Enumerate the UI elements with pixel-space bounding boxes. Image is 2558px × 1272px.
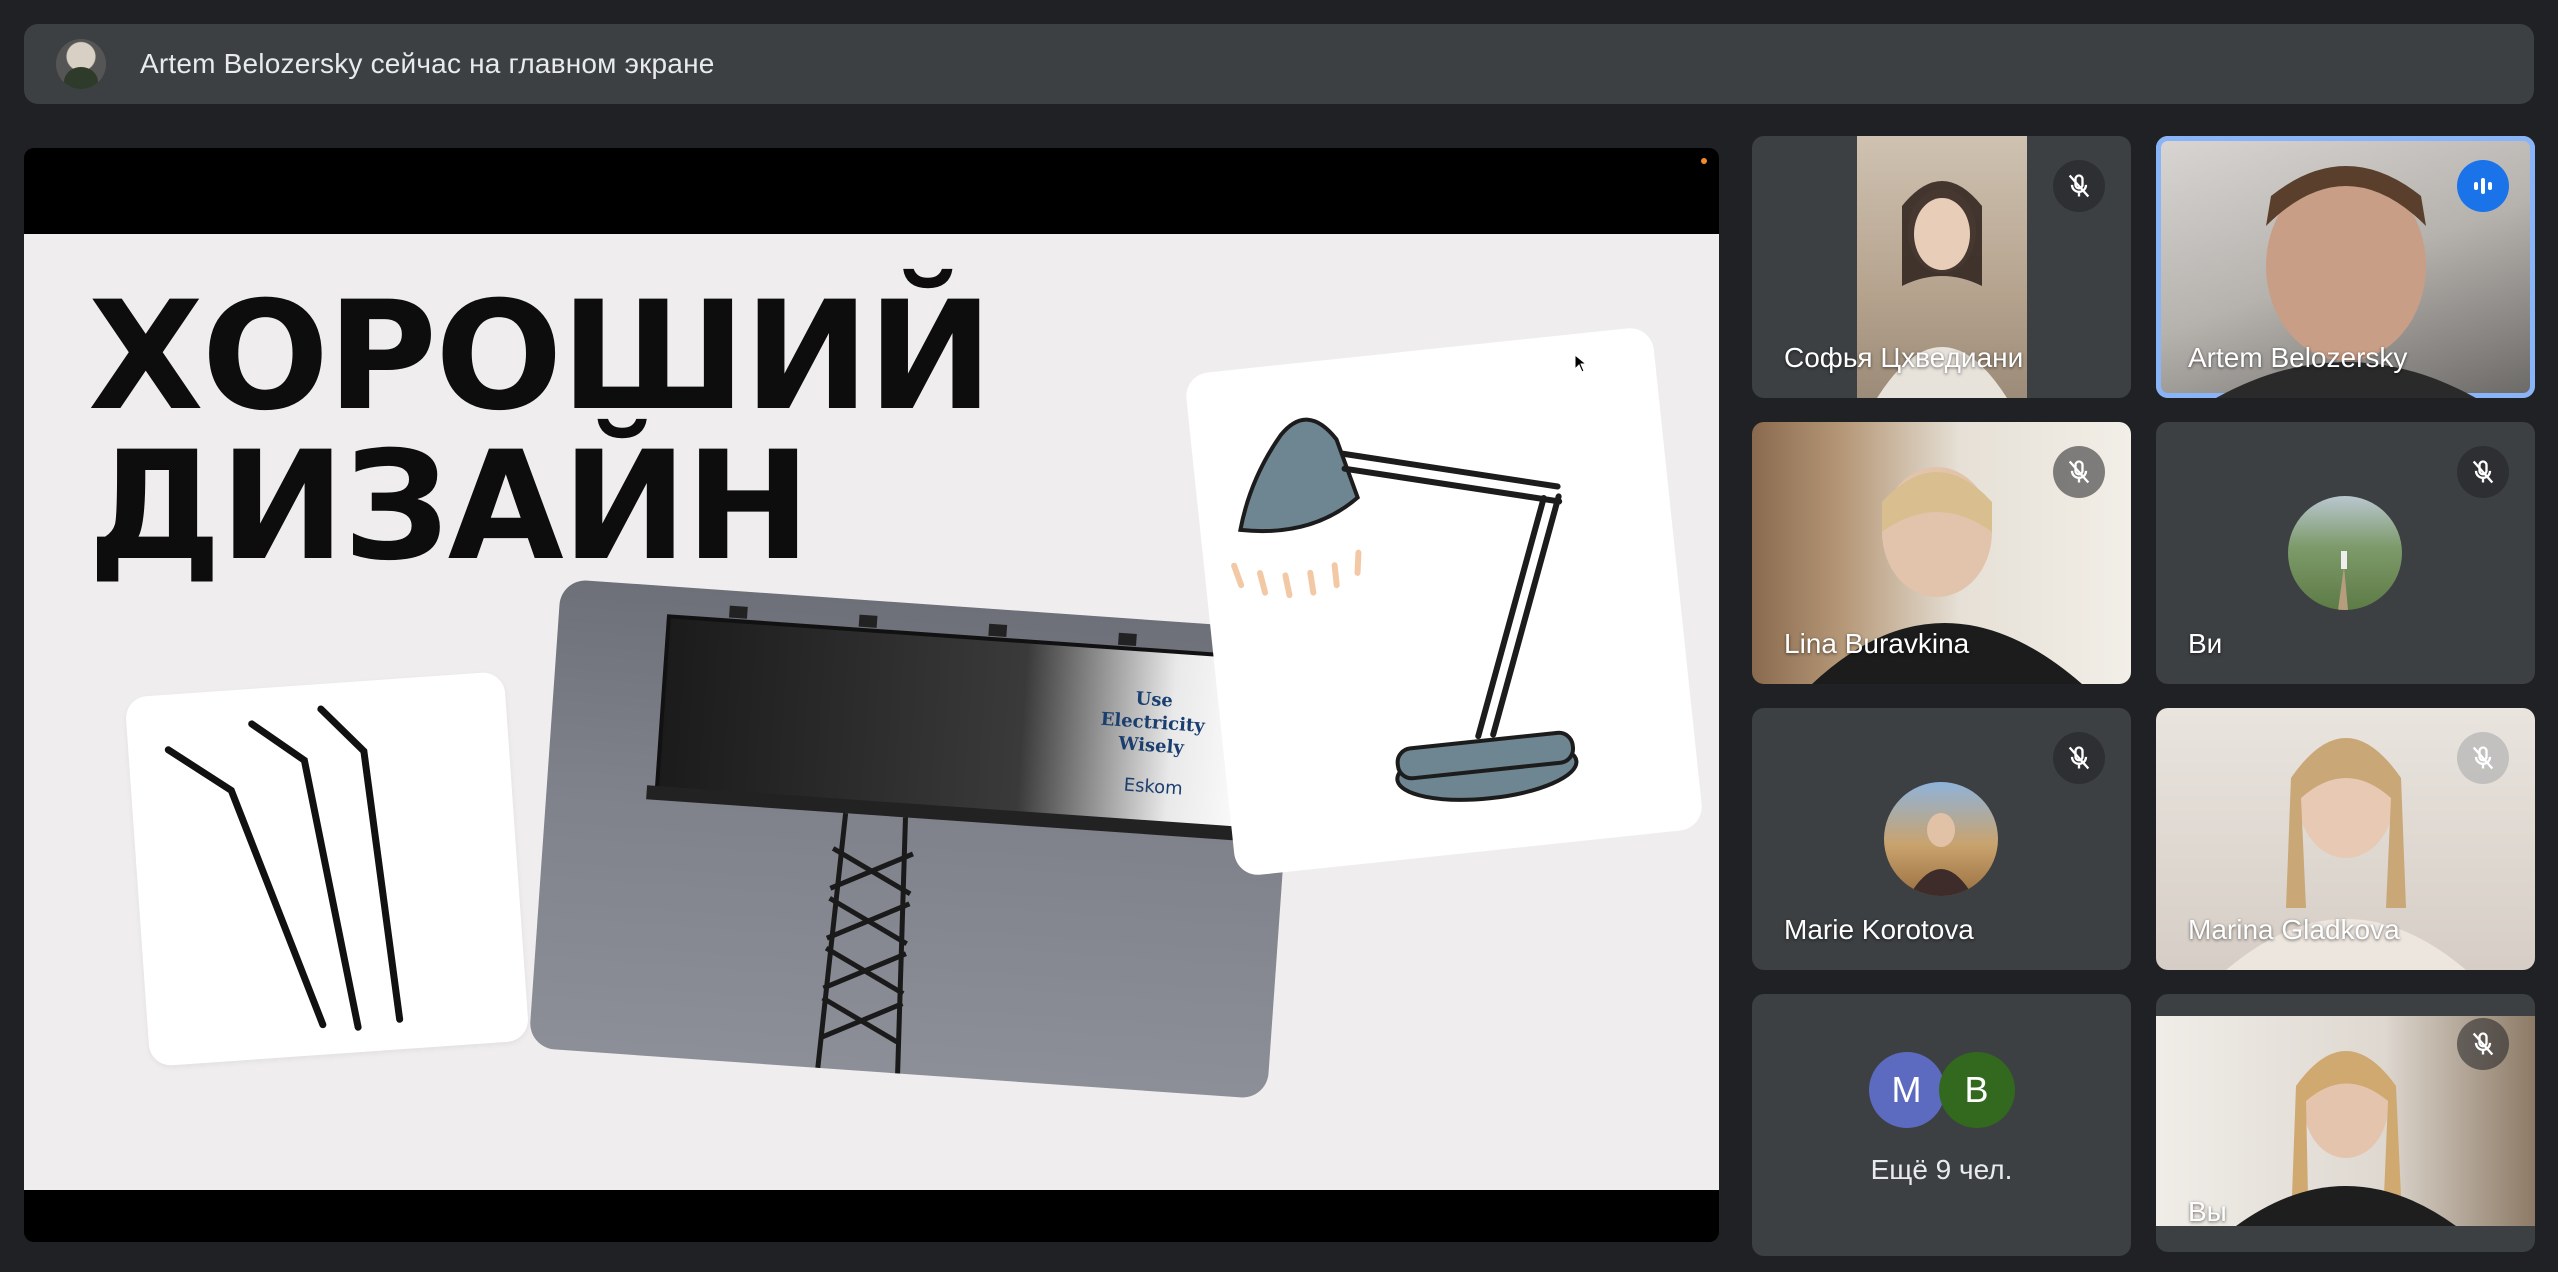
participant-tile-sofia[interactable]: Софья Цхведиани	[1752, 136, 2131, 398]
straws-image	[124, 671, 530, 1067]
lamp-image	[1183, 325, 1705, 878]
participant-avatar-b: B	[1938, 1052, 2015, 1128]
participant-avatar	[1884, 782, 1998, 896]
billboard-illustration: Use Electricity Wisely Eskom	[646, 605, 1270, 1074]
presentation-stage[interactable]: ХОРОШИЙ ДИЗАЙН Use Electricity Wisely Es…	[24, 148, 1719, 1242]
participant-name: Софья Цхведиани	[1784, 342, 2024, 373]
presenting-banner: Artem Belozersky сейчас на главном экран…	[24, 24, 2534, 104]
mouse-cursor-icon	[1574, 354, 1588, 373]
participant-tile-marina[interactable]: Marina Gladkova	[2156, 708, 2535, 970]
mic-off-icon	[2053, 732, 2105, 784]
participant-tile-artem[interactable]: Artem Belozersky	[2156, 136, 2535, 398]
participant-name: Artem Belozersky	[2188, 342, 2408, 373]
participant-tile-marie[interactable]: Marie Korotova	[1752, 708, 2131, 970]
mic-off-icon	[2053, 446, 2105, 498]
more-participants-tile[interactable]: M B Ещё 9 чел.	[1752, 994, 2131, 1256]
mic-off-icon	[2053, 160, 2105, 212]
more-participants-avatars: M B	[1752, 1052, 2131, 1128]
presenting-banner-text: Artem Belozersky сейчас на главном экран…	[140, 48, 715, 79]
participant-tile-lina[interactable]: Lina Buravkina	[1752, 422, 2131, 684]
mic-off-icon	[2457, 732, 2509, 784]
participant-name: Lina Buravkina	[1784, 628, 1970, 659]
more-participants-label: Ещё 9 чел.	[1870, 1154, 2013, 1185]
presenter-avatar	[56, 39, 106, 89]
billboard-brand: Eskom	[1123, 775, 1183, 800]
participant-tile-vi[interactable]: Ви	[2156, 422, 2535, 684]
mic-off-icon	[2457, 1018, 2509, 1070]
lamp-illustration	[1231, 417, 1579, 802]
billboard-image: Use Electricity Wisely Eskom	[528, 578, 1300, 1100]
slide-title: ХОРОШИЙ ДИЗАЙН	[88, 270, 993, 594]
participant-name: Marie Korotova	[1784, 914, 1974, 945]
slide-title-line-2: ДИЗАЙН	[88, 420, 811, 594]
recording-indicator	[1701, 158, 1707, 164]
shared-slide: ХОРОШИЙ ДИЗАЙН Use Electricity Wisely Es…	[24, 234, 1719, 1190]
speaking-indicator-icon	[2457, 160, 2509, 212]
participant-tile-self[interactable]: Вы	[2156, 994, 2535, 1252]
participant-avatar	[2288, 496, 2402, 610]
mic-off-icon	[2457, 446, 2509, 498]
participant-avatar-m: M	[1868, 1052, 1945, 1128]
billboard-text-1: Use	[1135, 688, 1174, 712]
participant-name: Вы	[2188, 1196, 2227, 1227]
straws-illustration	[164, 705, 404, 1031]
participant-name: Marina Gladkova	[2188, 914, 2400, 945]
slide-title-line-1: ХОРОШИЙ	[88, 270, 993, 444]
participant-name: Ви	[2188, 628, 2223, 659]
